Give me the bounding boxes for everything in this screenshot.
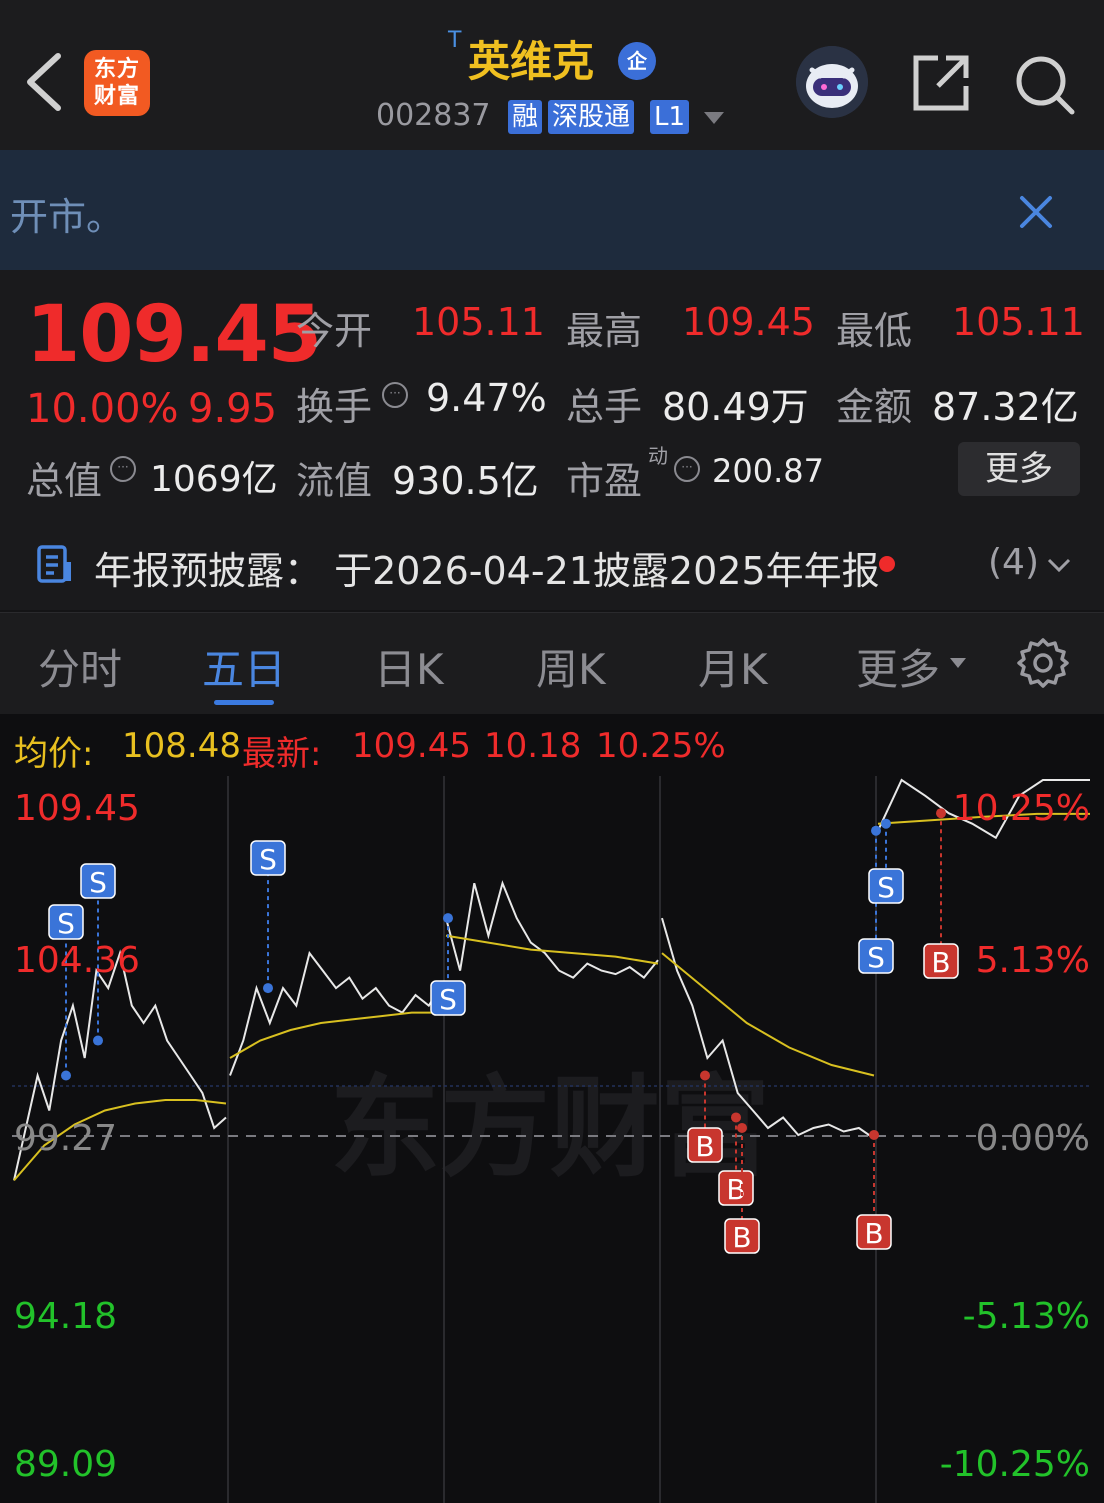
gear-icon[interactable] — [1016, 636, 1070, 690]
high-value: 109.45 — [682, 300, 815, 344]
svg-text:B: B — [695, 1130, 714, 1163]
low-value: 105.11 — [952, 300, 1085, 344]
y-right-tick: -5.13% — [963, 1296, 1090, 1337]
back-arrow-icon[interactable] — [22, 50, 66, 114]
price-line — [229, 950, 443, 1076]
turnover-value: 9.47% — [426, 376, 547, 420]
stock-name: 英维克 — [468, 37, 595, 86]
tab-more[interactable]: 更多 — [856, 636, 940, 697]
float-label: 流值 — [296, 459, 373, 503]
change-amount: 9.95 — [188, 386, 278, 432]
unread-dot — [879, 556, 895, 572]
current-price: 109.45 — [26, 290, 322, 380]
avg-price-line — [229, 1011, 442, 1059]
stock-code: 002837 — [376, 98, 491, 133]
tab-weekly-k[interactable]: 周K — [536, 636, 606, 697]
svg-text:S: S — [57, 907, 75, 940]
volume-label: 总手 — [566, 385, 643, 429]
sz-connect-tag: 深股通 — [548, 100, 635, 134]
avg-price-line — [445, 934, 659, 965]
close-icon[interactable] — [1016, 192, 1056, 232]
report-icon — [37, 545, 71, 583]
open-value: 105.11 — [412, 300, 545, 344]
svg-text:S: S — [867, 941, 885, 974]
turnover-label: 换手 — [296, 385, 373, 429]
margin-tag: 融 — [508, 100, 543, 134]
svg-text:B: B — [931, 946, 950, 979]
tab-five-day[interactable]: 五日 — [202, 636, 286, 697]
mcap-label: 总值 — [26, 459, 103, 503]
app-logo[interactable]: 东方财富 — [84, 50, 150, 116]
avg-value: 108.48 — [122, 726, 241, 766]
latest-label: 最新: — [242, 734, 322, 774]
change-percent: 10.00% — [26, 386, 179, 432]
share-icon[interactable] — [912, 54, 970, 112]
five-day-chart[interactable]: 东方财富 SSSSBBB BSSB 109.45104.3699.2794.188… — [0, 776, 1104, 1503]
avg-label: 均价: — [14, 734, 94, 774]
pe-label: 市盈 — [566, 459, 643, 503]
pe-value: 200.87 — [712, 452, 824, 490]
y-left-tick: 104.36 — [14, 940, 140, 981]
chevron-down-icon[interactable] — [704, 112, 724, 124]
y-left-tick: 109.45 — [14, 788, 140, 829]
t-marker: T — [448, 28, 462, 53]
y-right-tick: 10.25% — [953, 788, 1090, 829]
info-icon[interactable]: ··· — [110, 456, 136, 482]
info-icon[interactable]: ··· — [674, 456, 700, 482]
svg-text:S: S — [877, 871, 895, 904]
search-icon[interactable] — [1014, 54, 1076, 116]
svg-text:S: S — [259, 843, 277, 876]
annual-report-notice[interactable]: 年报预披露： 于2026-04-21披露2025年年报 — [94, 540, 880, 595]
latest-change: 10.18 — [484, 726, 582, 766]
buy-marker[interactable]: B — [856, 1129, 892, 1250]
more-stats-button[interactable]: 更多 — [958, 442, 1080, 496]
y-right-tick: 0.00% — [976, 1118, 1090, 1159]
pe-dynamic-mark: 动 — [648, 444, 668, 468]
price-line — [445, 880, 659, 979]
mcap-value: 1069亿 — [150, 459, 278, 500]
sell-marker[interactable]: S — [430, 913, 466, 1016]
active-tab-indicator — [214, 700, 274, 705]
latest-change-pct: 10.25% — [596, 726, 726, 766]
notice-text: 开市。 — [10, 195, 125, 239]
svg-text:S: S — [89, 866, 107, 899]
float-value: 930.5亿 — [392, 459, 539, 503]
notice-count: (4) — [988, 542, 1039, 583]
y-left-tick: 99.27 — [14, 1118, 117, 1159]
robot-assistant-icon[interactable] — [796, 46, 868, 118]
notice-bar — [0, 150, 1104, 270]
volume-value: 80.49万 — [662, 385, 809, 429]
svg-text:B: B — [732, 1221, 751, 1254]
buy-marker[interactable]: B — [923, 808, 959, 979]
sell-marker[interactable]: S — [48, 904, 84, 1081]
chevron-down-icon[interactable] — [1046, 556, 1072, 574]
y-left-tick: 89.09 — [14, 1444, 117, 1485]
amount-label: 金额 — [836, 385, 913, 429]
enterprise-badge: 企 — [618, 42, 656, 80]
amount-value: 87.32亿 — [932, 385, 1079, 429]
tab-monthly-k[interactable]: 月K — [698, 636, 768, 697]
latest-value: 109.45 — [352, 726, 471, 766]
info-icon[interactable]: ··· — [382, 382, 408, 408]
y-left-tick: 94.18 — [14, 1296, 117, 1337]
svg-text:S: S — [439, 983, 457, 1016]
logo-text: 东方财富 — [93, 57, 140, 109]
low-label: 最低 — [836, 309, 913, 353]
open-label: 今开 — [296, 309, 373, 353]
y-right-tick: 5.13% — [976, 940, 1090, 981]
tab-intraday[interactable]: 分时 — [38, 636, 122, 697]
y-right-tick: -10.25% — [940, 1444, 1090, 1485]
svg-text:B: B — [864, 1217, 883, 1250]
level-tag: L1 — [650, 100, 690, 134]
high-label: 最高 — [566, 309, 643, 353]
sell-marker[interactable]: S — [250, 840, 286, 994]
tab-daily-k[interactable]: 日K — [374, 636, 444, 697]
caret-down-icon — [950, 658, 966, 668]
